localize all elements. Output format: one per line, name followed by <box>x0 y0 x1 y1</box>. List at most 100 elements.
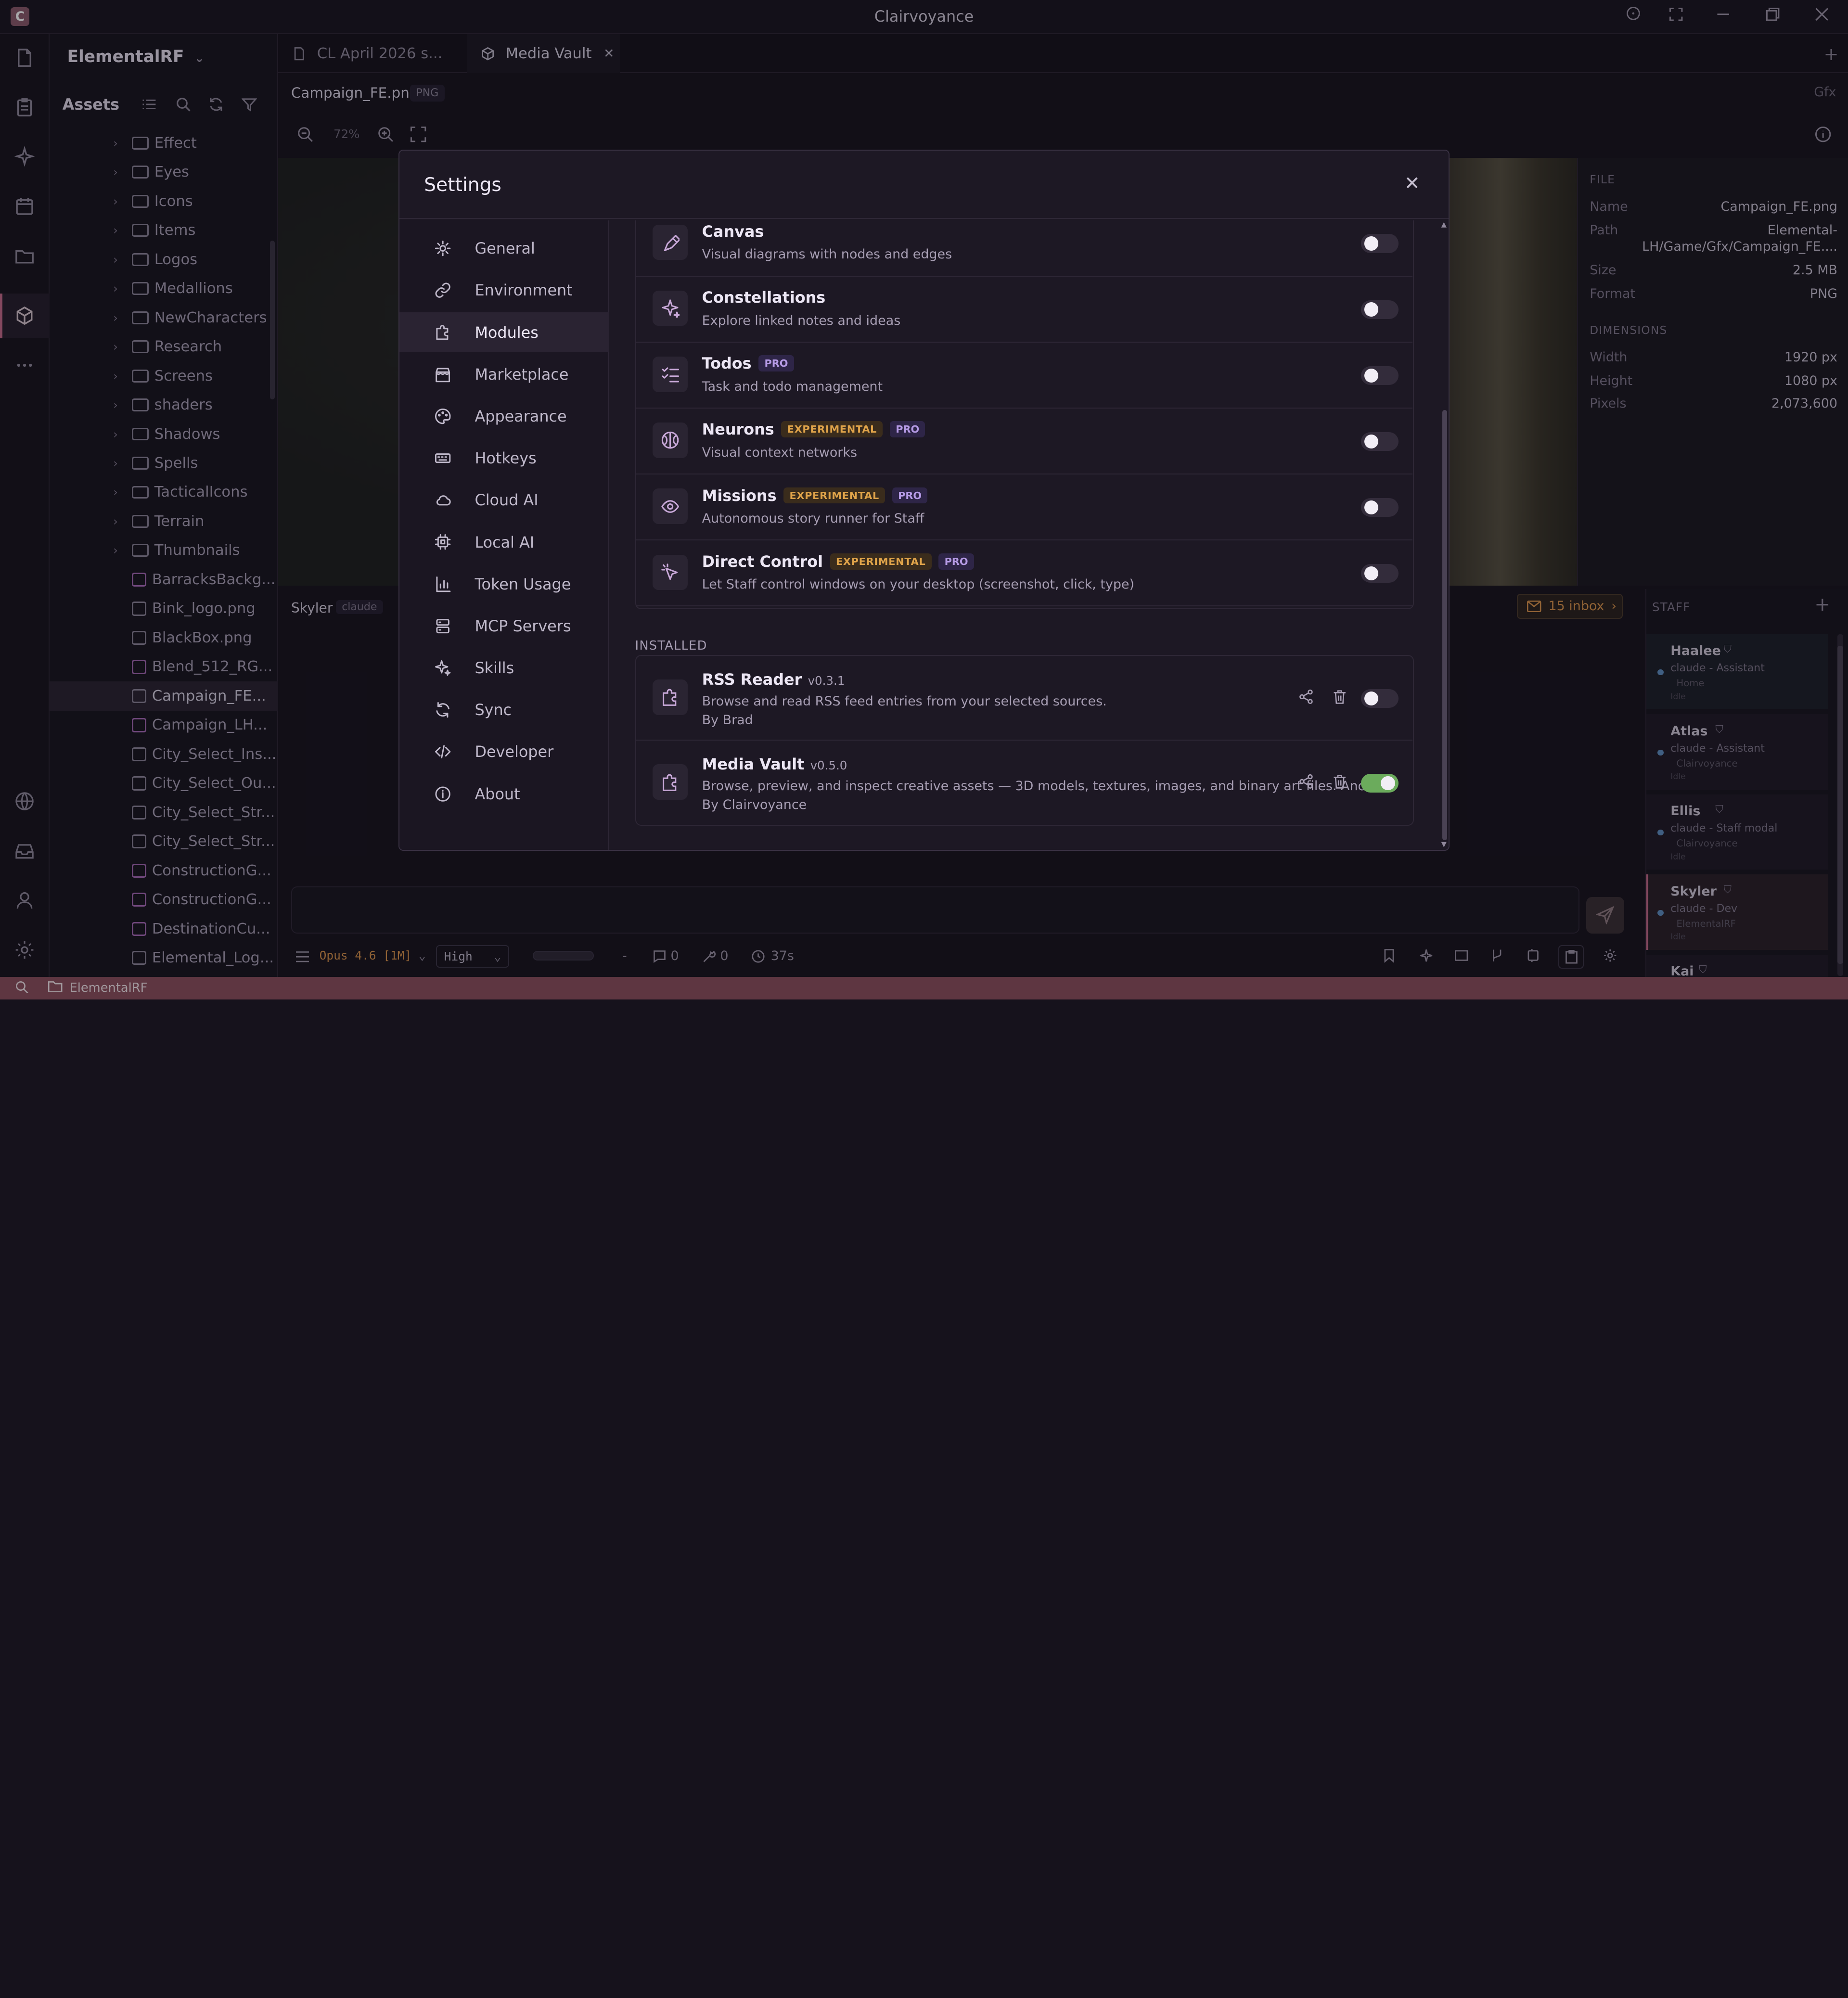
module-row-direct-control: Direct Control EXPERIMENTAL PRO Let Staff c… <box>636 540 1413 607</box>
pro-badge: PRO <box>938 553 974 570</box>
sync-icon <box>417 702 463 718</box>
gear-icon <box>417 240 463 256</box>
settings-nav-about[interactable]: About <box>399 774 609 814</box>
module-name: Constellations <box>702 288 826 307</box>
toggle-knob <box>1381 776 1395 791</box>
sparkle-icon <box>417 660 463 676</box>
settings-nav-label: Cloud AI <box>475 491 539 510</box>
module-name: Missions <box>702 486 777 505</box>
keyboard-icon <box>417 450 463 466</box>
settings-nav-label: Marketplace <box>475 365 569 384</box>
bar-chart-icon <box>417 576 463 592</box>
installed-description: Browse, preview, and inspect creative as… <box>702 778 1386 794</box>
share-icon[interactable] <box>1298 689 1315 705</box>
module-row-neurons: Neurons EXPERIMENTAL PRO Visual context net… <box>636 409 1413 475</box>
settings-nav-mcp-servers[interactable]: MCP Servers <box>399 606 609 646</box>
share-icon[interactable] <box>1298 774 1315 790</box>
settings-nav-label: General <box>475 239 535 258</box>
module-canvas-icon <box>652 224 688 260</box>
settings-nav-environment[interactable]: Environment <box>399 270 609 310</box>
module-name-row: Constellations <box>702 288 826 307</box>
code-icon <box>417 743 463 760</box>
module-row-constellations: Constellations Explore linked notes and i… <box>636 277 1413 343</box>
settings-nav-label: Modules <box>475 323 539 342</box>
settings-scrollbar[interactable] <box>1442 410 1447 840</box>
settings-nav-local-ai[interactable]: Local AI <box>399 522 609 562</box>
installed-header: INSTALLED <box>635 638 707 653</box>
settings-nav-label: About <box>475 784 520 803</box>
chip-icon <box>417 534 463 550</box>
settings-nav-sync[interactable]: Sync <box>399 690 609 730</box>
module-name: Todos <box>702 354 752 373</box>
settings-nav-appearance[interactable]: Appearance <box>399 396 609 436</box>
settings-modal: Settings ✕ General Environment Modules Mark… <box>398 150 1450 851</box>
link-icon <box>417 282 463 298</box>
installed-name-row: RSS Reader v0.3.1 <box>702 670 845 689</box>
module-toggle[interactable] <box>1360 300 1399 319</box>
cloud-icon <box>417 492 463 508</box>
installed-toggle[interactable] <box>1360 774 1399 793</box>
app-window: C Clairvoyance ElementalRF ⌄ Assets › Ef… <box>0 0 1848 999</box>
module-name-row: Direct Control EXPERIMENTAL PRO <box>702 552 974 571</box>
modal-scroll-up-icon[interactable]: ▲ <box>1441 220 1447 229</box>
settings-nav: General Environment Modules Marketplace Appe… <box>399 220 609 850</box>
experimental-badge: EXPERIMENTAL <box>781 421 883 438</box>
server-icon <box>417 618 463 634</box>
settings-nav-label: Skills <box>475 659 514 678</box>
settings-nav-label: Environment <box>475 281 573 300</box>
module-name: Direct Control <box>702 552 823 571</box>
installed-author: By Clairvoyance <box>702 797 807 813</box>
module-description: Visual context networks <box>702 445 857 460</box>
experimental-badge: EXPERIMENTAL <box>783 487 886 504</box>
settings-nav-modules[interactable]: Modules <box>399 312 609 353</box>
module-row-canvas: Canvas Visual diagrams with nodes and edg… <box>636 220 1413 277</box>
toggle-knob <box>1364 236 1379 251</box>
toggle-knob <box>1364 434 1379 449</box>
toggle-knob <box>1364 500 1379 515</box>
module-toggle[interactable] <box>1360 234 1399 253</box>
installed-name-row: Media Vault v0.5.0 <box>702 755 847 773</box>
module-todos-icon <box>652 357 688 392</box>
module-name: Canvas <box>702 222 764 241</box>
settings-nav-marketplace[interactable]: Marketplace <box>399 354 609 394</box>
puzzle-icon <box>652 679 688 715</box>
module-row-missions: Missions EXPERIMENTAL PRO Autonomous story … <box>636 474 1413 541</box>
toggle-knob <box>1364 368 1379 383</box>
module-toggle[interactable] <box>1360 498 1399 517</box>
puzzle-icon <box>417 324 463 340</box>
module-neurons-icon <box>652 423 688 458</box>
settings-nav-label: Token Usage <box>475 575 571 593</box>
toggle-knob <box>1364 302 1379 317</box>
settings-nav-token-usage[interactable]: Token Usage <box>399 564 609 604</box>
trash-icon[interactable] <box>1333 689 1349 705</box>
store-icon <box>417 366 463 383</box>
settings-nav-label: MCP Servers <box>475 616 571 635</box>
settings-nav-general[interactable]: General <box>399 229 609 269</box>
module-toggle[interactable] <box>1360 432 1399 451</box>
installed-version: v0.3.1 <box>808 673 845 688</box>
module-description: Task and todo management <box>702 379 883 394</box>
installed-description: Browse and read RSS feed entries from yo… <box>702 693 1107 709</box>
module-description: Visual diagrams with nodes and edges <box>702 247 952 262</box>
module-toggle[interactable] <box>1360 366 1399 385</box>
pro-badge: PRO <box>758 355 794 372</box>
experimental-badge: EXPERIMENTAL <box>830 553 932 570</box>
module-constellations-icon <box>652 290 688 326</box>
module-toggle[interactable] <box>1360 564 1399 583</box>
trash-icon[interactable] <box>1333 774 1349 790</box>
settings-header: Settings ✕ <box>399 151 1449 219</box>
settings-nav-skills[interactable]: Skills <box>399 648 609 688</box>
module-missions-icon <box>652 488 688 524</box>
installed-toggle[interactable] <box>1360 689 1399 708</box>
close-settings-icon[interactable]: ✕ <box>1401 173 1423 194</box>
modal-scroll-down-icon[interactable]: ▼ <box>1441 840 1447 848</box>
settings-nav-cloud-ai[interactable]: Cloud AI <box>399 480 609 520</box>
settings-title: Settings <box>424 174 501 196</box>
settings-nav-developer[interactable]: Developer <box>399 732 609 772</box>
installed-row-rss-reader: RSS Reader v0.3.1 Browse and read RSS feed… <box>636 656 1413 741</box>
puzzle-icon <box>652 764 688 800</box>
installed-version: v0.5.0 <box>810 758 847 772</box>
module-name-row: Neurons EXPERIMENTAL PRO <box>702 420 925 438</box>
settings-nav-hotkeys[interactable]: Hotkeys <box>399 438 609 478</box>
settings-nav-label: Sync <box>475 701 512 719</box>
